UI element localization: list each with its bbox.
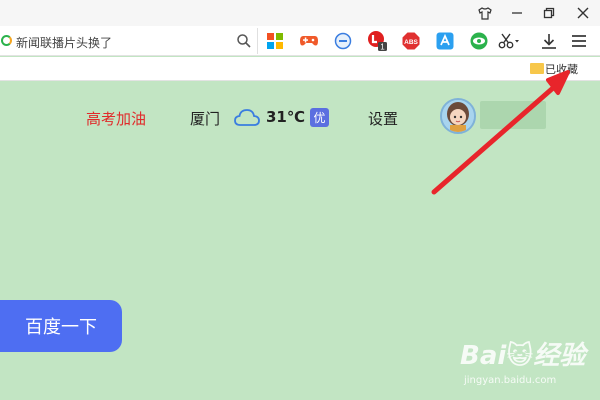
notification-icon[interactable]: 1 (366, 30, 388, 52)
game-controller-icon[interactable] (298, 30, 320, 52)
eye-icon[interactable] (468, 30, 490, 52)
gaokao-link[interactable]: 高考加油 (86, 108, 146, 129)
bookmarks-bar: 已收藏 (0, 57, 600, 81)
svg-text:ABS: ABS (404, 39, 418, 46)
username-blurred[interactable] (480, 101, 546, 129)
search-engine-logo-icon (1, 35, 12, 46)
watermark-brand: Bai😺经验 (460, 341, 586, 371)
adblock-icon[interactable]: ABS (400, 30, 422, 52)
svg-text:1: 1 (380, 43, 385, 52)
watermark-url: jingyan.baidu.com (464, 375, 557, 386)
search-input[interactable]: 新闻联播片头换了 (16, 34, 112, 51)
cloud-icon (234, 108, 260, 128)
download-icon[interactable] (538, 30, 560, 52)
title-bar (0, 0, 600, 26)
menu-icon[interactable] (568, 30, 590, 52)
baidu-jingyan-watermark: Bai😺经验 jingyan.baidu.com (460, 335, 600, 397)
apps-grid-icon[interactable] (264, 30, 286, 52)
minus-circle-icon[interactable] (332, 30, 354, 52)
search-icon[interactable] (236, 33, 252, 49)
address-search-box[interactable]: 新闻联播片头换了 (0, 28, 258, 54)
air-quality-badge[interactable]: 优 (310, 108, 329, 127)
folder-icon (530, 63, 544, 74)
avatar[interactable] (440, 98, 476, 134)
temperature-text[interactable]: 31℃ (266, 108, 305, 126)
minimize-icon[interactable] (500, 0, 534, 26)
scissors-icon[interactable] (498, 30, 520, 52)
close-icon[interactable] (566, 0, 600, 26)
browser-toolbar: 新闻联播片头换了 1 ABS (0, 26, 600, 56)
restore-icon[interactable] (532, 0, 566, 26)
translate-icon[interactable] (434, 30, 456, 52)
city-link[interactable]: 厦门 (190, 108, 220, 129)
settings-link[interactable]: 设置 (368, 108, 398, 129)
baidu-search-button[interactable]: 百度一下 (0, 300, 122, 352)
skin-icon[interactable] (468, 0, 502, 26)
bookmark-favorites-link[interactable]: 已收藏 (545, 61, 578, 77)
